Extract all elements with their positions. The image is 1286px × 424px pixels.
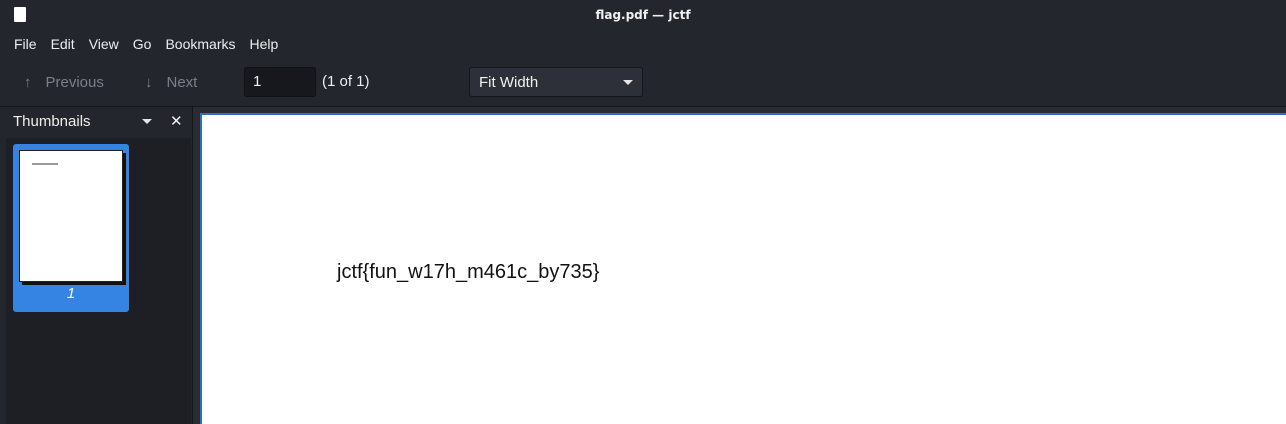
arrow-up-icon: ↑ — [24, 73, 32, 91]
thumbnail-list: 1 — [6, 138, 191, 424]
menu-edit[interactable]: Edit — [44, 30, 82, 58]
app-window: flag.pdf — jctf File Edit View Go Bookma… — [0, 0, 1286, 424]
previous-label: Previous — [45, 73, 104, 91]
thumbnail-page-1[interactable]: 1 — [13, 144, 129, 312]
thumbnail-text-line — [32, 163, 58, 165]
menu-file[interactable]: File — [0, 30, 44, 58]
menu-view[interactable]: View — [82, 30, 126, 58]
menu-bookmarks[interactable]: Bookmarks — [158, 30, 242, 58]
toolbar: ↑ Previous ↓ Next 1 (1 of 1) Fit Width — [0, 58, 1286, 107]
zoom-selected-value: Fit Width — [479, 73, 539, 91]
sidebar-title: Thumbnails — [13, 113, 91, 130]
title-bar: flag.pdf — jctf — [0, 0, 1286, 30]
sidebar-mode-dropdown-icon[interactable] — [142, 119, 152, 124]
menu-go[interactable]: Go — [126, 30, 159, 58]
chevron-down-icon — [623, 80, 633, 85]
thumbnail-preview — [19, 150, 123, 282]
arrow-down-icon: ↓ — [145, 73, 153, 91]
sidebar-header: Thumbnails ✕ — [0, 107, 192, 137]
next-label: Next — [166, 73, 198, 91]
sidebar: Thumbnails ✕ 1 — [0, 107, 193, 424]
zoom-select[interactable]: Fit Width — [469, 67, 643, 97]
window-title: flag.pdf — jctf — [595, 8, 691, 22]
document-view[interactable]: jctf{fun_w17h_m461c_by735} — [193, 107, 1286, 424]
document-page: jctf{fun_w17h_m461c_by735} — [200, 113, 1286, 424]
menu-bar: File Edit View Go Bookmarks Help — [0, 30, 1286, 58]
page-count: (1 of 1) — [322, 73, 370, 90]
previous-button[interactable]: ↑ Previous — [24, 70, 104, 94]
page-number-input[interactable]: 1 — [244, 67, 316, 97]
next-button[interactable]: ↓ Next — [145, 70, 197, 94]
menu-help[interactable]: Help — [243, 30, 286, 58]
thumbnail-page-number: 1 — [66, 285, 76, 302]
close-icon[interactable]: ✕ — [170, 111, 183, 131]
document-icon — [14, 7, 26, 22]
document-text: jctf{fun_w17h_m461c_by735} — [337, 261, 600, 283]
